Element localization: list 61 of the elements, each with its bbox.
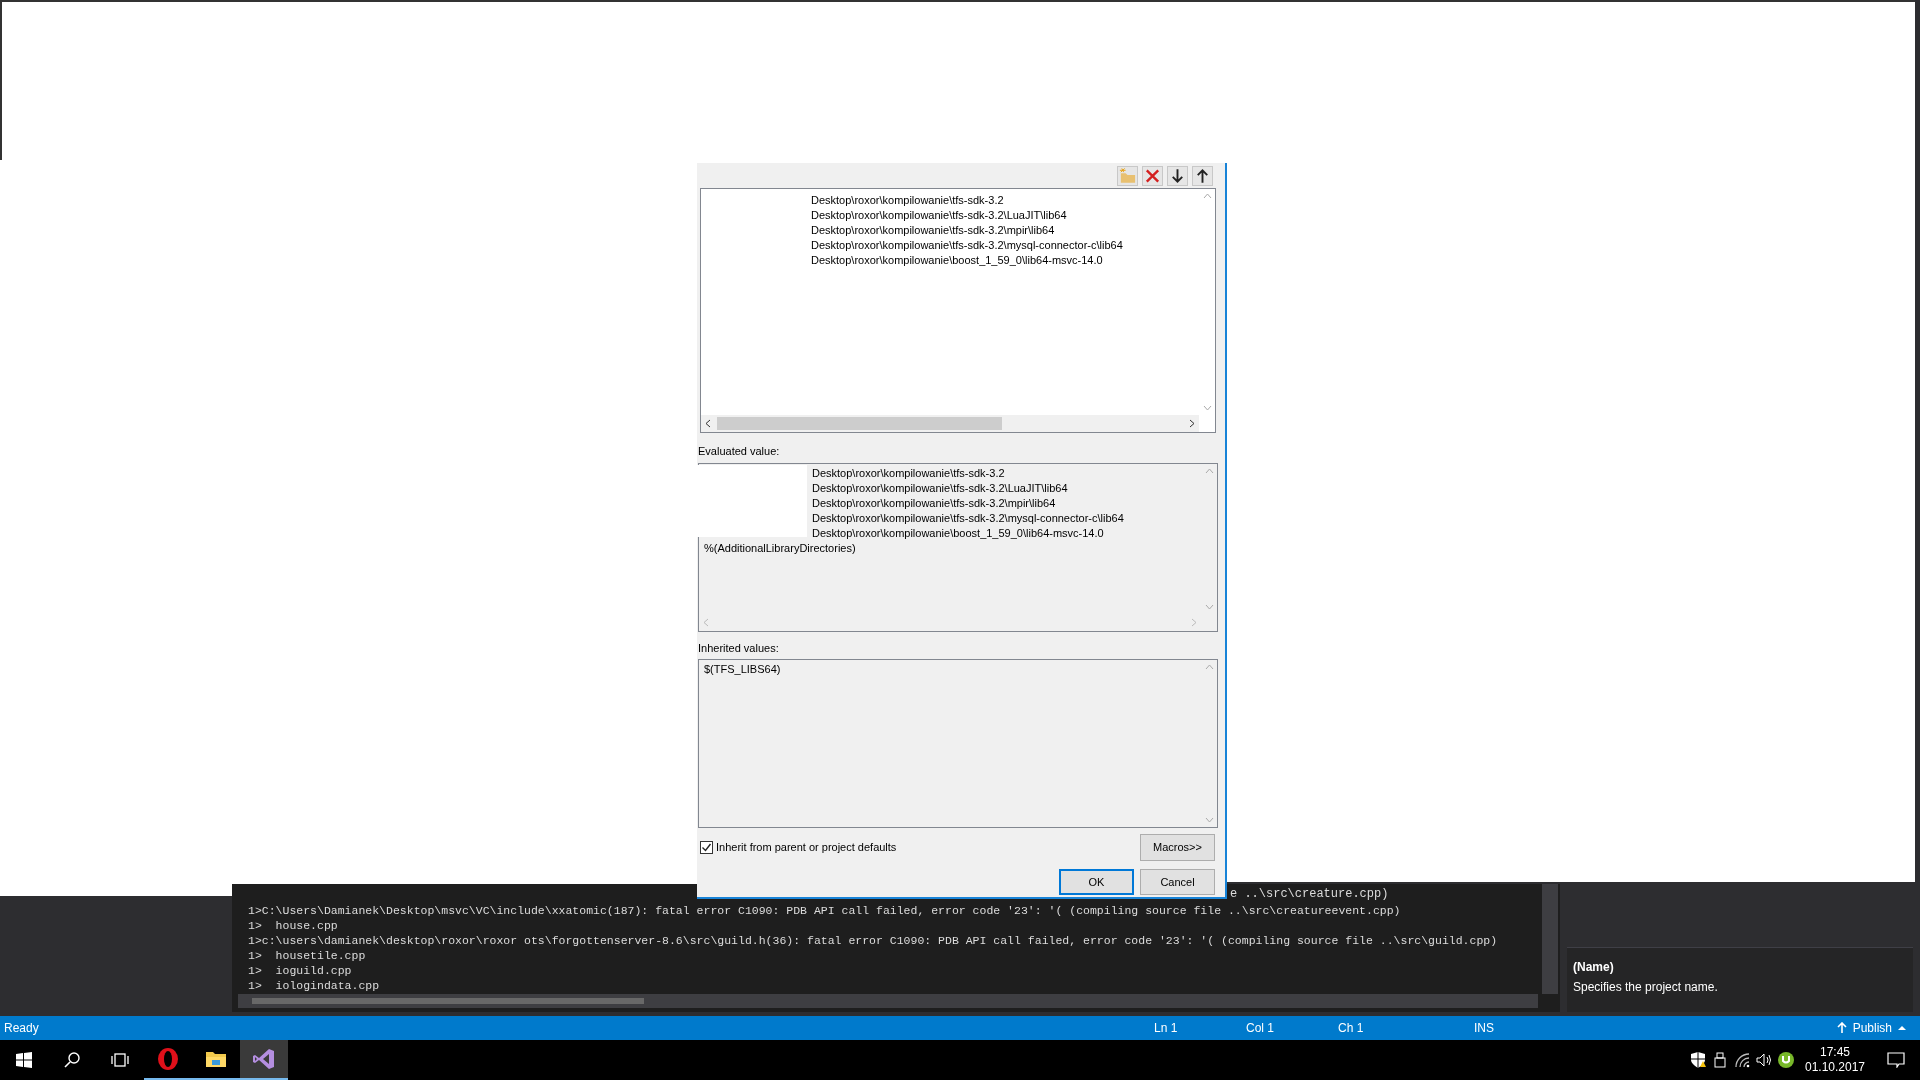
check-icon: [701, 842, 712, 853]
task-view-icon: [110, 1052, 130, 1068]
evaluated-line: Desktop\roxor\kompilowanie\tfs-sdk-3.2: [812, 466, 1006, 481]
output-line: e ..\src\creature.cpp): [1230, 887, 1389, 902]
ok-button[interactable]: OK: [1059, 869, 1134, 895]
status-text: Col 1: [1246, 1020, 1275, 1037]
output-line: 1>c:\users\damianek\desktop\roxor\roxor ots\forgottenserver-8.6\src\guild.h(36): fatal error C1090: PDB API call failed, error code '23': '( (compiling source file ..\src\guild.cpp): [248, 933, 1498, 948]
output-line: 1> ioguild.cpp: [248, 963, 352, 978]
directory-entry[interactable]: Desktop\roxor\kompilowanie\tfs-sdk-3.2\mpir\lib64: [811, 223, 1199, 238]
directory-entry[interactable]: Desktop\roxor\kompilowanie\boost_1_59_0\lib64-msvc-14.0: [811, 253, 1199, 268]
scroll-right-icon: [1191, 618, 1197, 627]
status-text: Ready: [4, 1020, 40, 1037]
clock-time: 17:45: [1820, 1045, 1850, 1060]
scroll-left-icon: [703, 618, 709, 627]
section-label: Evaluated value:: [698, 444, 781, 458]
evaluated-line: Desktop\roxor\kompilowanie\tfs-sdk-3.2\mpir\lib64: [812, 496, 1057, 511]
scroll-right-icon[interactable]: [1189, 419, 1195, 428]
shield-warning-icon[interactable]: [1690, 1052, 1706, 1068]
inherit-checkbox[interactable]: [700, 841, 713, 854]
windows-logo-icon: [16, 1052, 32, 1068]
horizontal-scrollbar[interactable]: [238, 994, 1538, 1008]
directory-entry[interactable]: Desktop\roxor\kompilowanie\tfs-sdk-3.2: [811, 193, 1199, 208]
vertical-scrollbar[interactable]: [1542, 884, 1558, 994]
output-line: 1>C:\Users\Damianek\Desktop\msvc\VC\include\xxatomic(187): fatal error C1090: PDB API call failed, error code '23': '( (compiling source file ..\src\creatureevent.cpp): [248, 903, 1401, 918]
volume-icon[interactable]: [1756, 1052, 1772, 1068]
property-description: Specifies the project name.: [1573, 979, 1719, 996]
caret-icon: [1898, 1025, 1906, 1031]
infinity-logo-icon: [252, 1047, 276, 1071]
evaluated-line: Desktop\roxor\kompilowanie\tfs-sdk-3.2\LuaJIT\lib64: [812, 481, 1069, 496]
directory-entry[interactable]: Desktop\roxor\kompilowanie\tfs-sdk-3.2\LuaJIT\lib64: [811, 208, 1199, 223]
evaluated-line: Desktop\roxor\kompilowanie\tfs-sdk-3.2\mysql-connector-c\lib64: [812, 511, 1125, 526]
clock-date: 01.10.2017: [1804, 1060, 1866, 1075]
status-text: Ln 1: [1154, 1020, 1179, 1037]
torrent-icon[interactable]: [1778, 1052, 1794, 1068]
checkbox-label: Inherit from parent or project defaults: [716, 840, 897, 856]
browser-icon: [156, 1047, 180, 1071]
new-folder-icon: [1118, 166, 1137, 186]
scroll-left-icon[interactable]: [705, 419, 711, 428]
evaluated-line: Desktop\roxor\kompilowanie\boost_1_59_0\lib64-msvc-14.0: [812, 526, 1105, 541]
directories-list[interactable]: [700, 188, 1216, 433]
wifi-icon[interactable]: [1734, 1052, 1750, 1068]
section-label: Inherited values:: [698, 641, 780, 655]
evaluated-line: %(AdditionalLibraryDirectories): [704, 541, 857, 556]
search-icon: [64, 1052, 80, 1068]
inherited-line: $(TFS_LIBS64): [704, 662, 782, 677]
macros-button[interactable]: Macros>>: [1140, 834, 1215, 861]
output-line: 1> house.cpp: [248, 918, 338, 933]
clock[interactable]: 17:45 01.10.2017: [1800, 1040, 1870, 1080]
message-icon: [1887, 1052, 1905, 1068]
up-arrow-icon: [1836, 1022, 1847, 1034]
toolbar-button[interactable]: [1167, 166, 1188, 186]
toolbar-button[interactable]: [1192, 166, 1213, 186]
output-line: 1> iologindata.cpp: [248, 978, 380, 993]
property-name: (Name): [1573, 959, 1615, 976]
cancel-button[interactable]: Cancel: [1140, 869, 1215, 895]
publish-button[interactable]: Publish: [1836, 1019, 1906, 1037]
directory-entry[interactable]: Desktop\roxor\kompilowanie\tfs-sdk-3.2\mysql-connector-c\lib64: [811, 238, 1199, 253]
status-text: INS: [1474, 1020, 1495, 1037]
output-line: 1> housetile.cpp: [248, 948, 366, 963]
horizontal-scrollbar[interactable]: [701, 415, 1199, 432]
status-text: Ch 1: [1338, 1020, 1365, 1037]
